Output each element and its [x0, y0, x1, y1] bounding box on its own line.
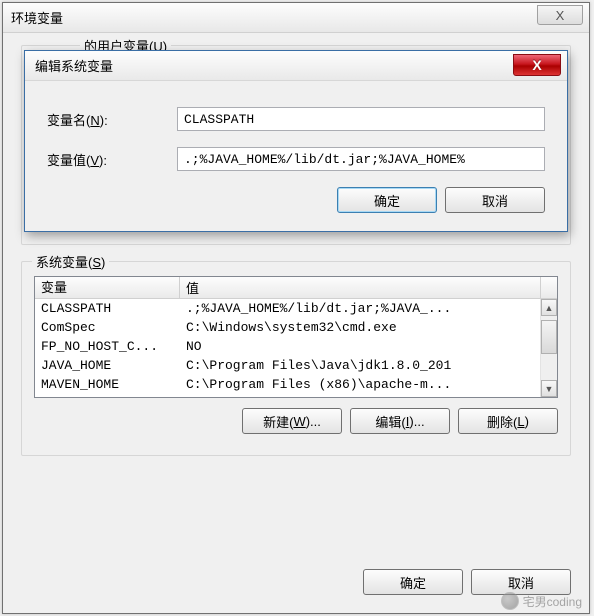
table-header: 变量 值	[35, 277, 557, 299]
new-button[interactable]: 新建(W)...	[242, 408, 342, 434]
var-name-label: 变量名(N):	[47, 110, 177, 129]
env-vars-title: 环境变量	[11, 8, 63, 27]
edit-sysvar-titlebar[interactable]: 编辑系统变量 X	[25, 51, 567, 81]
close-icon[interactable]: X	[537, 5, 583, 25]
edit-sysvar-body: 变量名(N): 变量值(V): 确定 取消	[25, 81, 567, 231]
system-vars-group: 系统变量(S) 变量 值 CLASSPATH .;%JAVA_HOME%/lib…	[21, 261, 571, 456]
system-vars-table[interactable]: 变量 值 CLASSPATH .;%JAVA_HOME%/lib/dt.jar;…	[34, 276, 558, 398]
col-value[interactable]: 值	[180, 278, 540, 297]
scroll-down-icon[interactable]: ▼	[541, 380, 557, 397]
table-row[interactable]: FP_NO_HOST_C... NO	[35, 337, 540, 356]
close-icon[interactable]: X	[513, 54, 561, 76]
table-row[interactable]: ComSpec C:\Windows\system32\cmd.exe	[35, 318, 540, 337]
table-row[interactable]: CLASSPATH .;%JAVA_HOME%/lib/dt.jar;%JAVA…	[35, 299, 540, 318]
scroll-thumb[interactable]	[541, 320, 557, 354]
watermark-icon	[501, 592, 519, 610]
scroll-up-icon[interactable]: ▲	[541, 299, 557, 316]
edit-button[interactable]: 编辑(I)...	[350, 408, 450, 434]
watermark-text: 宅男coding	[523, 593, 582, 610]
ok-button[interactable]: 确定	[363, 569, 463, 595]
edit-sysvar-actions: 确定 取消	[47, 187, 545, 213]
table-row[interactable]: JAVA_HOME C:\Program Files\Java\jdk1.8.0…	[35, 356, 540, 375]
system-vars-legend: 系统变量(S)	[32, 252, 109, 271]
ok-button[interactable]: 确定	[337, 187, 437, 213]
delete-button[interactable]: 删除(L)	[458, 408, 558, 434]
edit-sysvar-dialog: 编辑系统变量 X 变量名(N): 变量值(V): 确定 取消	[24, 50, 568, 232]
var-name-input[interactable]	[177, 107, 545, 131]
table-row[interactable]: MAVEN_HOME C:\Program Files (x86)\apache…	[35, 375, 540, 394]
var-name-row: 变量名(N):	[47, 107, 545, 131]
header-scroll-gap	[540, 277, 557, 298]
vertical-scrollbar[interactable]: ▲ ▼	[540, 299, 557, 397]
watermark: 宅男coding	[501, 592, 582, 610]
edit-sysvar-title: 编辑系统变量	[35, 56, 113, 75]
env-vars-titlebar[interactable]: 环境变量 X	[3, 3, 589, 33]
system-vars-actions: 新建(W)... 编辑(I)... 删除(L)	[34, 408, 558, 434]
col-variable[interactable]: 变量	[35, 277, 180, 298]
cancel-button[interactable]: 取消	[445, 187, 545, 213]
table-body: CLASSPATH .;%JAVA_HOME%/lib/dt.jar;%JAVA…	[35, 299, 557, 397]
var-value-label: 变量值(V):	[47, 150, 177, 169]
var-value-row: 变量值(V):	[47, 147, 545, 171]
var-value-input[interactable]	[177, 147, 545, 171]
scroll-track[interactable]	[541, 316, 557, 380]
